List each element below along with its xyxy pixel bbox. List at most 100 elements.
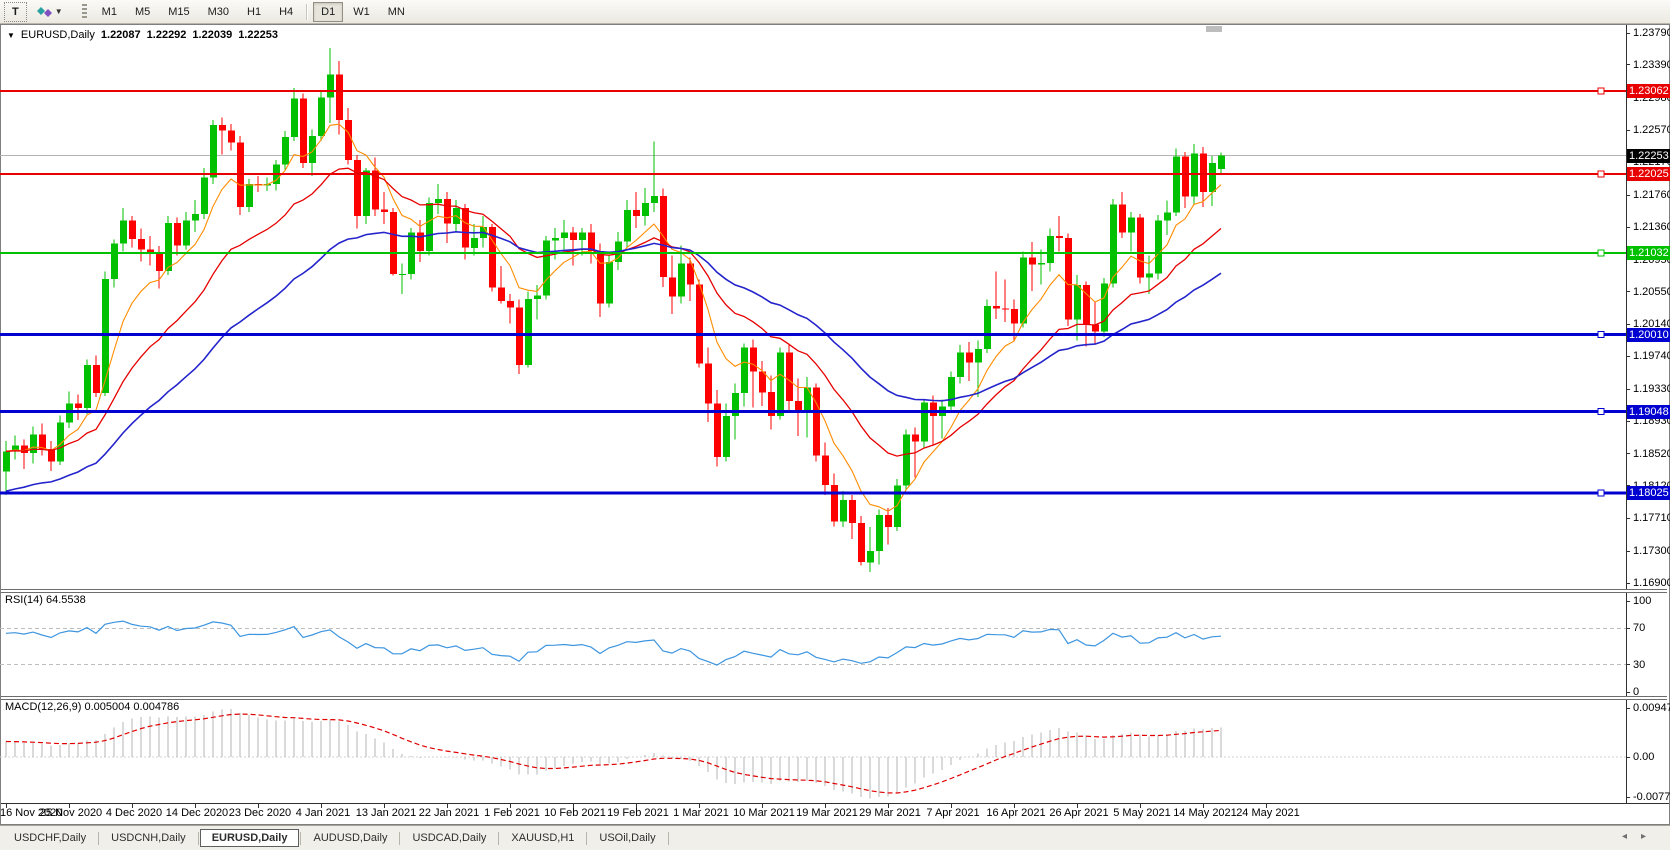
date-axis-label: 24 May 2021	[1233, 807, 1303, 819]
price-axis-label: 1.18520	[1633, 448, 1670, 460]
macd-signal-line	[6, 714, 1221, 793]
price-tick	[1626, 33, 1630, 34]
chart-tab-usoil[interactable]: USOil,Daily	[588, 830, 666, 846]
macd-tick	[1626, 708, 1630, 709]
price-tick	[1626, 389, 1630, 390]
tab-separator	[668, 832, 669, 845]
chart-title: ▼ EURUSD,Daily 1.22087 1.22292 1.22039 1…	[7, 29, 278, 41]
date-axis-label: 22 Jan 2021	[414, 807, 484, 819]
hline-anchor[interactable]	[1598, 332, 1604, 338]
rsi-tick	[1626, 664, 1630, 665]
date-axis-label: 4 Dec 2020	[99, 807, 169, 819]
ohlc-open: 1.22087	[101, 29, 141, 41]
chart-menu-caret-icon[interactable]: ▼	[7, 31, 15, 40]
tab-scroll-arrows: ◂▸	[1622, 831, 1660, 842]
price-tick	[1626, 551, 1630, 552]
tab-scroll-right-icon[interactable]: ▸	[1641, 831, 1660, 842]
price-axis-label: 1.16900	[1633, 577, 1670, 589]
price-tick	[1626, 64, 1630, 65]
moving-averages	[6, 124, 1221, 511]
rsi-tick	[1626, 601, 1630, 602]
price-axis-label: 1.20550	[1633, 286, 1670, 298]
chart-tab-eurusd[interactable]: EURUSD,Daily	[200, 829, 300, 847]
price-axis-label: 1.21360	[1633, 221, 1670, 233]
tab-separator	[498, 832, 499, 845]
price-tick	[1626, 324, 1630, 325]
date-axis-label: 10 Feb 2021	[540, 807, 610, 819]
chart-symbol-period: EURUSD,Daily	[21, 29, 95, 41]
ma-fast	[6, 124, 1221, 511]
price-tick	[1626, 518, 1630, 519]
hline-anchor[interactable]	[1598, 88, 1604, 94]
price-axis-label: 1.23390	[1633, 59, 1670, 71]
rsi-panel-splitter[interactable]	[1, 589, 1667, 593]
tab-separator	[399, 832, 400, 845]
hline-anchor[interactable]	[1598, 490, 1604, 496]
price-tick	[1626, 291, 1630, 292]
ohlc-close: 1.22253	[238, 29, 278, 41]
price-line-badge: 1.18025	[1627, 486, 1670, 500]
rsi-axis-label: 30	[1633, 659, 1645, 671]
macd-axis-label: 0.00	[1633, 751, 1654, 763]
tab-separator	[300, 832, 301, 845]
macd-axis-label: -0.007778	[1633, 791, 1670, 803]
price-tick	[1626, 227, 1630, 228]
date-axis-label: 5 May 2021	[1107, 807, 1177, 819]
macd-tick	[1626, 757, 1630, 758]
tab-scroll-left-icon[interactable]: ◂	[1622, 831, 1641, 842]
chart-hscroll-thumb[interactable]	[1206, 26, 1222, 32]
macd-histogram	[6, 709, 1221, 798]
hline-anchor[interactable]	[1598, 409, 1604, 415]
price-axis-label: 1.22570	[1633, 124, 1670, 136]
ma-slow	[6, 232, 1221, 491]
date-axis-label: 16 Apr 2021	[981, 807, 1051, 819]
macd-label: MACD(12,26,9) 0.005004 0.004786	[5, 701, 179, 713]
date-axis-label: 14 May 2021	[1170, 807, 1240, 819]
rsi-axis-label: 100	[1633, 595, 1651, 607]
chart-tab-audusd[interactable]: AUDUSD,Daily	[302, 830, 398, 846]
rsi-line	[6, 621, 1221, 665]
price-axis-label: 1.21760	[1633, 189, 1670, 201]
date-axis-label: 1 Feb 2021	[477, 807, 547, 819]
chart-tab-usdchf[interactable]: USDCHF,Daily	[3, 830, 97, 846]
date-axis-label: 7 Apr 2021	[918, 807, 988, 819]
terminal-screen: T ▼ M1M5M15M30H1H4D1W1MN ▼ EURUSD,Daily …	[0, 0, 1670, 850]
date-axis-label: 4 Jan 2021	[288, 807, 358, 819]
price-tick	[1626, 130, 1630, 131]
price-axis-label: 1.17300	[1633, 545, 1670, 557]
price-axis-label: 1.19740	[1633, 350, 1670, 362]
date-axis-label: 13 Jan 2021	[351, 807, 421, 819]
chart-tab-bar: USDCHF,DailyUSDCNH,DailyEURUSD,DailyAUDU…	[0, 825, 1670, 850]
date-axis-label: 19 Feb 2021	[603, 807, 673, 819]
price-tick	[1626, 453, 1630, 454]
chart-tab-xauusd[interactable]: XAUUSD,H1	[500, 830, 585, 846]
rsi-axis-label: 70	[1633, 622, 1645, 634]
ohlc-high: 1.22292	[147, 29, 187, 41]
date-axis-label: 25 Nov 2020	[36, 807, 106, 819]
date-axis-label: 29 Mar 2021	[855, 807, 925, 819]
date-axis-label: 26 Apr 2021	[1044, 807, 1114, 819]
chart-tab-usdcad[interactable]: USDCAD,Daily	[401, 830, 497, 846]
price-line-badge: 1.20010	[1627, 328, 1670, 342]
tab-separator	[198, 832, 199, 845]
price-tick	[1626, 195, 1630, 196]
hline-anchor[interactable]	[1598, 171, 1604, 177]
price-line-badge: 1.19048	[1627, 405, 1670, 419]
current-price-badge: 1.22253	[1627, 149, 1670, 163]
hline-anchor[interactable]	[1598, 250, 1604, 256]
price-tick	[1626, 356, 1630, 357]
date-axis-label: 1 Mar 2021	[666, 807, 736, 819]
ohlc-low: 1.22039	[192, 29, 232, 41]
macd-tick	[1626, 797, 1630, 798]
price-axis-label: 1.19330	[1633, 383, 1670, 395]
tab-separator	[586, 832, 587, 845]
rsi-tick	[1626, 628, 1630, 629]
price-axis-label: 1.17710	[1633, 512, 1670, 524]
chart-tab-usdcnh[interactable]: USDCNH,Daily	[100, 830, 197, 846]
rsi-tick	[1626, 692, 1630, 693]
price-line-badge: 1.23062	[1627, 84, 1670, 98]
macd-panel-splitter[interactable]	[1, 696, 1667, 700]
tab-separator	[98, 832, 99, 845]
date-axis-label: 19 Mar 2021	[792, 807, 862, 819]
price-tick	[1626, 421, 1630, 422]
